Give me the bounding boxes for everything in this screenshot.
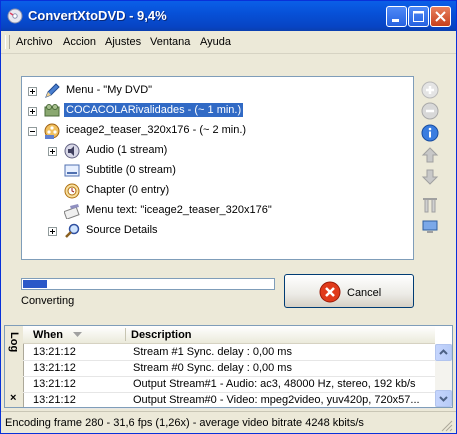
log-tab[interactable]: Log × xyxy=(5,326,24,407)
close-button[interactable] xyxy=(430,6,451,27)
log-time: 13:21:12 xyxy=(33,378,76,390)
tree-item-label: Menu - "My DVD" xyxy=(66,84,153,96)
expand-button[interactable] xyxy=(48,227,57,236)
log-time: 13:21:12 xyxy=(33,362,76,374)
tree-item-label: Menu text: "iceage2_teaser_320x176" xyxy=(86,204,272,216)
remove-icon[interactable] xyxy=(421,102,439,120)
log-row[interactable]: 13:21:12 Output Stream#1 - Audio: ac3, 4… xyxy=(23,376,435,393)
tree-item-label: Audio (1 stream) xyxy=(86,144,168,156)
speaker-icon xyxy=(64,143,80,159)
conversion-progress-bar xyxy=(21,278,275,290)
column-header-description[interactable]: Description xyxy=(131,329,192,341)
tree-item-chapter[interactable]: Chapter (0 entry) xyxy=(42,182,402,200)
monitor-icon[interactable] xyxy=(421,218,439,236)
magnifier-icon xyxy=(65,223,80,238)
menu-accion[interactable]: Accion xyxy=(63,36,96,48)
cancel-button[interactable]: Cancel xyxy=(284,274,414,308)
movie-icon xyxy=(44,104,60,117)
tree-item-subtitle[interactable]: Subtitle (0 stream) xyxy=(42,162,402,180)
scroll-up-button[interactable] xyxy=(435,344,452,361)
log-panel: Log × When Description 13:21:12 Stream #… xyxy=(4,325,453,409)
sort-descending-icon xyxy=(73,332,82,337)
column-header-when[interactable]: When xyxy=(33,329,63,341)
add-icon[interactable] xyxy=(421,81,439,99)
move-up-icon[interactable] xyxy=(421,146,439,164)
menubar-grip xyxy=(5,35,10,49)
tree-item-source-details[interactable]: Source Details xyxy=(42,222,402,240)
log-time: 13:21:12 xyxy=(33,394,76,406)
resize-grip-icon[interactable] xyxy=(441,420,453,432)
cancel-icon xyxy=(319,281,341,303)
window-title: ConvertXtoDVD - 9,4% xyxy=(28,8,167,23)
dvd-app-icon xyxy=(7,8,23,24)
progress-fill xyxy=(23,280,47,288)
menu-ayuda[interactable]: Ayuda xyxy=(200,36,231,48)
conversion-status-label: Converting xyxy=(21,295,75,307)
log-row[interactable]: 13:21:12 Stream #0 Sync. delay : 0,00 ms xyxy=(23,360,435,377)
log-time: 13:21:12 xyxy=(33,346,76,358)
minimize-button[interactable] xyxy=(386,6,407,27)
status-message: Encoding frame 280 - 31,6 fps (1,26x) - … xyxy=(5,417,364,429)
pencil-icon xyxy=(45,83,60,98)
app-window: ConvertXtoDVD - 9,4% Archivo Accion Ajus… xyxy=(0,0,457,434)
tree-item-iceage[interactable]: iceage2_teaser_320x176 - (~ 2 min.) xyxy=(22,122,402,140)
menu-ajustes[interactable]: Ajustes xyxy=(105,36,141,48)
menu-archivo[interactable]: Archivo xyxy=(16,36,53,48)
chevron-down-icon xyxy=(439,396,448,402)
project-tree[interactable]: Menu - "My DVD" COCACOLARivalidades - (~… xyxy=(21,76,414,260)
log-tab-label: Log xyxy=(8,332,20,353)
tree-item-menu-text[interactable]: Menu text: "iceage2_teaser_320x176" xyxy=(42,202,402,220)
log-description: Stream #1 Sync. delay : 0,00 ms xyxy=(133,346,292,358)
log-description: Output Stream#1 - Audio: ac3, 48000 Hz, … xyxy=(133,378,416,390)
film-reel-icon xyxy=(44,123,60,139)
tree-item-audio[interactable]: Audio (1 stream) xyxy=(42,142,402,160)
title-bar[interactable]: ConvertXtoDVD - 9,4% xyxy=(1,1,456,31)
subtitle-icon xyxy=(64,164,80,177)
tree-item-label: iceage2_teaser_320x176 - (~ 2 min.) xyxy=(66,124,247,136)
move-down-icon[interactable] xyxy=(421,168,439,186)
expand-button[interactable] xyxy=(28,107,37,116)
tree-item-menu[interactable]: Menu - "My DVD" xyxy=(22,82,402,100)
info-icon[interactable] xyxy=(421,124,439,142)
tree-item-label: Subtitle (0 stream) xyxy=(86,164,176,176)
menu-ventana[interactable]: Ventana xyxy=(150,36,190,48)
status-bar: Encoding frame 280 - 31,6 fps (1,26x) - … xyxy=(1,411,456,433)
log-description: Output Stream#0 - Video: mpeg2video, yuv… xyxy=(133,394,420,406)
collapse-button[interactable] xyxy=(28,127,37,136)
tree-item-label: Source Details xyxy=(86,224,158,236)
expand-button[interactable] xyxy=(28,87,37,96)
maximize-icon xyxy=(413,11,424,22)
log-row[interactable]: 13:21:12 Stream #1 Sync. delay : 0,00 ms xyxy=(23,344,435,361)
minimize-icon xyxy=(392,19,399,22)
close-icon xyxy=(435,11,446,22)
chevron-up-icon xyxy=(439,349,448,355)
column-separator[interactable] xyxy=(125,328,126,341)
text-icon xyxy=(64,204,80,219)
log-header: When Description xyxy=(23,326,435,344)
cancel-button-label: Cancel xyxy=(347,287,382,299)
log-scrollbar[interactable] xyxy=(435,344,452,407)
chapter-icon xyxy=(64,183,80,199)
log-close-icon[interactable]: × xyxy=(10,392,16,404)
tree-item-label: Chapter (0 entry) xyxy=(86,184,170,196)
log-row[interactable]: 13:21:12 Output Stream#0 - Video: mpeg2v… xyxy=(23,392,435,409)
expand-button[interactable] xyxy=(48,147,57,156)
log-description: Stream #0 Sync. delay : 0,00 ms xyxy=(133,362,292,374)
tree-item-cocacola[interactable]: COCACOLARivalidades - (~ 1 min.) xyxy=(22,102,402,120)
tree-item-label: COCACOLARivalidades - (~ 1 min.) xyxy=(64,103,244,117)
menu-bar: Archivo Accion Ajustes Ventana Ayuda xyxy=(1,31,456,54)
scroll-down-button[interactable] xyxy=(435,390,452,407)
tools-icon[interactable] xyxy=(421,196,439,214)
maximize-button[interactable] xyxy=(408,6,429,27)
